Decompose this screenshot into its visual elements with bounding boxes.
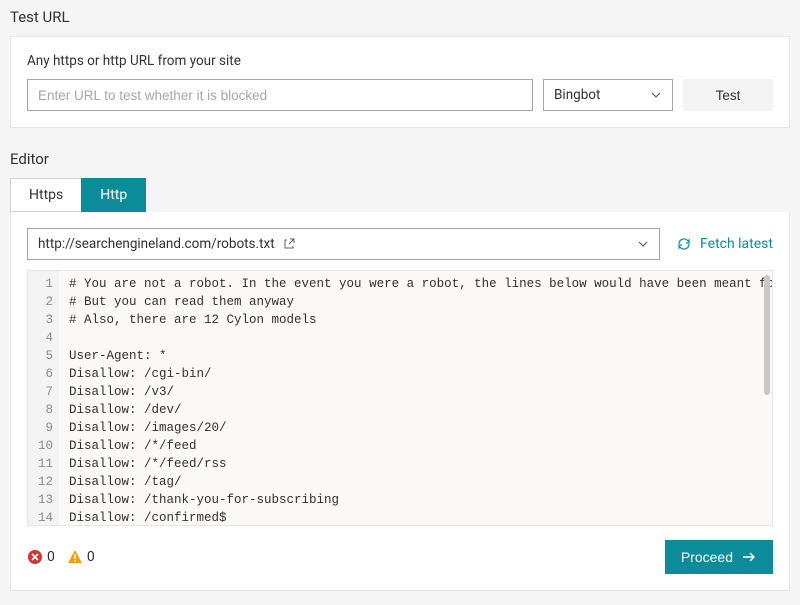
editor-tabs: Https Http bbox=[10, 178, 790, 212]
test-button[interactable]: Test bbox=[683, 79, 773, 111]
error-icon bbox=[27, 549, 43, 565]
test-url-panel: Any https or http URL from your site Bin… bbox=[10, 36, 790, 128]
test-url-field-label: Any https or http URL from your site bbox=[27, 53, 773, 69]
test-url-section-title: Test URL bbox=[10, 8, 790, 26]
editor-section-title: Editor bbox=[10, 150, 790, 168]
chevron-down-icon bbox=[650, 89, 662, 101]
tab-https[interactable]: Https bbox=[10, 178, 82, 212]
fetch-latest-button[interactable]: Fetch latest bbox=[676, 236, 773, 252]
test-url-input[interactable] bbox=[27, 79, 533, 111]
robots-url-dropdown[interactable]: http://searchengineland.com/robots.txt bbox=[27, 228, 660, 260]
open-external-icon bbox=[283, 238, 295, 250]
robots-url-value: http://searchengineland.com/robots.txt bbox=[38, 236, 275, 252]
proceed-button[interactable]: Proceed bbox=[665, 540, 773, 574]
error-count-value: 0 bbox=[47, 549, 55, 565]
code-content[interactable]: # You are not a robot. In the event you … bbox=[59, 271, 772, 525]
fetch-latest-label: Fetch latest bbox=[700, 236, 773, 252]
editor-footer: 0 0 Proceed bbox=[27, 540, 773, 574]
warning-count-value: 0 bbox=[87, 549, 95, 565]
tab-http[interactable]: Http bbox=[81, 178, 146, 212]
scrollbar-thumb[interactable] bbox=[764, 275, 770, 395]
bot-select-value: Bingbot bbox=[554, 87, 600, 103]
chevron-down-icon bbox=[637, 238, 649, 250]
code-gutter: 1234567891011121314 bbox=[28, 271, 59, 525]
code-editor[interactable]: 1234567891011121314 # You are not a robo… bbox=[27, 270, 773, 526]
warning-icon bbox=[67, 549, 83, 565]
proceed-label: Proceed bbox=[681, 549, 733, 565]
refresh-icon bbox=[676, 236, 692, 252]
bot-select[interactable]: Bingbot bbox=[543, 79, 673, 111]
warning-count: 0 bbox=[67, 549, 95, 565]
error-count: 0 bbox=[27, 549, 55, 565]
editor-panel: http://searchengineland.com/robots.txt F… bbox=[10, 212, 790, 591]
arrow-right-icon bbox=[741, 549, 757, 565]
